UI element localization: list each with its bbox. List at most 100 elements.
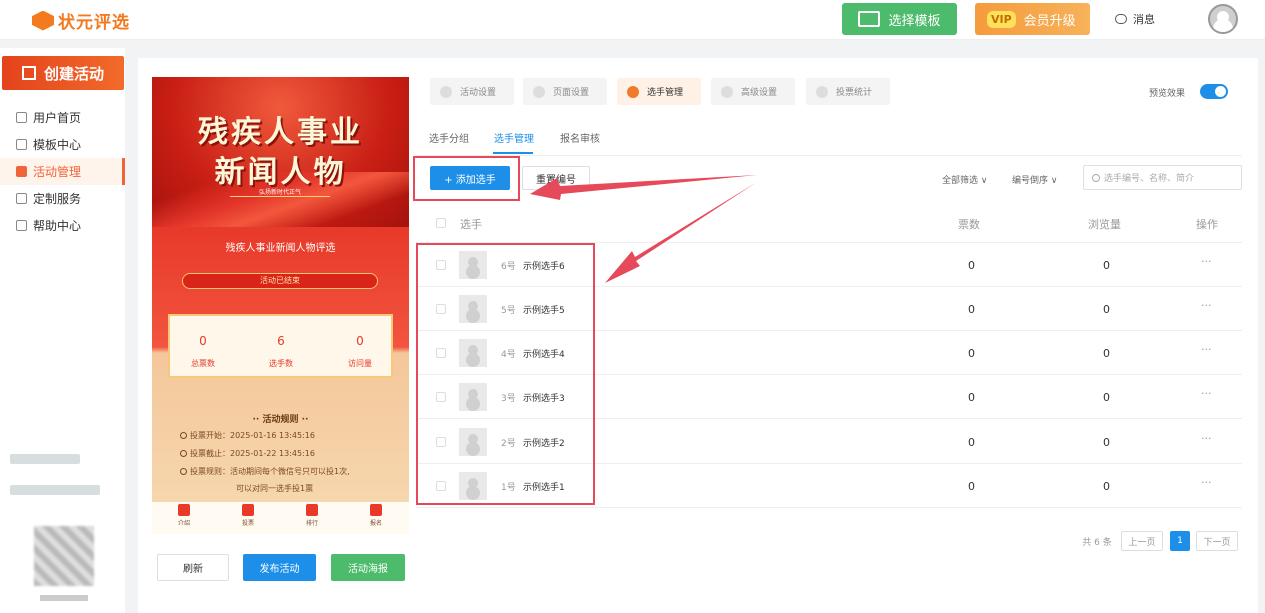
- more-actions-icon[interactable]: ···: [1201, 343, 1212, 356]
- tab-advanced-settings[interactable]: 高级设置: [711, 78, 795, 105]
- clock-icon: [180, 450, 187, 457]
- tab-activity-settings[interactable]: 活动设置: [430, 78, 514, 105]
- page-1-button[interactable]: 1: [1170, 531, 1190, 551]
- sidebar-item-activity-management[interactable]: 活动管理: [0, 158, 125, 185]
- sort-dropdown[interactable]: 编号倒序 ∨: [1012, 173, 1057, 186]
- pagination-total: 共 6 条: [1082, 537, 1112, 548]
- rule-start: 投票开始：2025-01-16 13:45:16: [180, 430, 315, 441]
- view-count: 0: [1103, 259, 1110, 272]
- sidebar-item-custom-service[interactable]: 定制服务: [0, 185, 125, 212]
- renumber-button[interactable]: 重置编号: [522, 166, 590, 190]
- column-views: 浏览量: [1088, 218, 1121, 231]
- tab-player-management[interactable]: 选手管理: [617, 78, 701, 105]
- vote-icon: [242, 504, 254, 516]
- rule-end: 投票截止：2025-01-22 13:45:16: [180, 448, 315, 459]
- vote-count: 0: [968, 391, 975, 404]
- sidebar-item-label: 定制服务: [33, 192, 82, 206]
- rules-title: ·· 活动规则 ··: [252, 415, 309, 425]
- vote-count: 0: [968, 347, 975, 360]
- user-avatar[interactable]: [1208, 4, 1238, 34]
- create-activity-button[interactable]: 创建活动: [2, 56, 124, 90]
- sidebar-item-templates[interactable]: 模板中心: [0, 131, 125, 158]
- view-count: 0: [1103, 391, 1110, 404]
- info-icon: [180, 468, 187, 475]
- subtab-signup-review[interactable]: 报名审核: [560, 130, 600, 145]
- more-actions-icon[interactable]: ···: [1201, 387, 1212, 400]
- annotation-highlight-player-list: [416, 243, 595, 505]
- blurred-contact-row: [10, 454, 80, 464]
- subtab-player-management[interactable]: 选手管理: [494, 130, 534, 145]
- activity-title: 残疾人事业新闻人物评选: [225, 243, 336, 254]
- chart-icon: [816, 85, 828, 98]
- filter-all-dropdown[interactable]: 全部筛选 ∨: [942, 173, 987, 186]
- more-actions-icon[interactable]: ···: [1201, 299, 1212, 312]
- player-search-input[interactable]: 选手编号、名称、简介: [1083, 165, 1242, 190]
- prev-page-button[interactable]: 上一页: [1121, 531, 1163, 551]
- plus-box-icon: [22, 66, 36, 80]
- stat-label: 访问量: [348, 359, 372, 368]
- subtab-active-indicator: [493, 152, 533, 154]
- phone-tab-label: 投票: [241, 520, 254, 527]
- template-icon: [858, 11, 881, 27]
- vote-count: 0: [968, 303, 975, 316]
- poster-button[interactable]: 活动海报: [331, 554, 405, 581]
- subtab-player-groups[interactable]: 选手分组: [429, 130, 469, 145]
- subtab-divider: [416, 155, 1242, 156]
- rules-title-text: 活动规则: [262, 415, 299, 425]
- clock-icon: [180, 432, 187, 439]
- sidebar: 创建活动 用户首页 模板中心 活动管理 定制服务 帮助中心: [0, 48, 125, 613]
- tab-label: 活动设置: [460, 88, 497, 98]
- more-actions-icon[interactable]: ···: [1201, 255, 1212, 268]
- preview-toggle-label: 预览效果: [1149, 89, 1186, 99]
- choose-template-button[interactable]: 选择模板: [842, 3, 957, 35]
- create-activity-label: 创建活动: [44, 64, 105, 83]
- rule-text: 投票规则：活动期间每个微信号只可以投1次,: [190, 467, 350, 476]
- intro-icon: [178, 504, 190, 516]
- column-votes: 票数: [958, 218, 980, 231]
- brand-logo[interactable]: 状元评选: [32, 8, 130, 33]
- search-icon: [1092, 173, 1100, 182]
- gear-icon: [721, 85, 733, 98]
- sidebar-item-home[interactable]: 用户首页: [0, 104, 125, 131]
- qr-caption: [40, 595, 88, 601]
- phone-tab-intro[interactable]: 介绍: [164, 504, 204, 527]
- more-actions-icon[interactable]: ···: [1201, 476, 1212, 489]
- messages-link[interactable]: 消息: [1115, 11, 1155, 27]
- publish-button[interactable]: 发布活动: [243, 554, 316, 581]
- sidebar-nav: 用户首页 模板中心 活动管理 定制服务 帮助中心: [0, 104, 125, 239]
- stat-players: 6 选手数: [251, 334, 311, 369]
- column-ops: 操作: [1196, 218, 1218, 231]
- search-placeholder: 选手编号、名称、简介: [1104, 174, 1195, 184]
- tab-label: 投票统计: [836, 88, 873, 98]
- next-page-button[interactable]: 下一页: [1196, 531, 1238, 551]
- phone-tab-vote[interactable]: 投票: [228, 504, 268, 527]
- column-player: 选手: [460, 218, 482, 231]
- refresh-button[interactable]: 刷新: [157, 554, 229, 581]
- phone-preview: 残疾人事业 新闻人物 弘扬新时代正气 残疾人事业新闻人物评选 活动已结束 0 总…: [152, 77, 409, 527]
- view-count: 0: [1103, 303, 1110, 316]
- tab-vote-statistics[interactable]: 投票统计: [806, 78, 890, 105]
- view-count: 0: [1103, 436, 1110, 449]
- stat-visits: 0 访问量: [330, 334, 390, 369]
- messages-label: 消息: [1133, 13, 1155, 26]
- view-count: 0: [1103, 480, 1110, 493]
- stat-label: 总票数: [191, 359, 215, 368]
- tool-icon: [16, 193, 27, 204]
- annotation-highlight-add-button: [413, 156, 520, 201]
- sidebar-item-help[interactable]: 帮助中心: [0, 212, 125, 239]
- sidebar-item-label: 帮助中心: [33, 219, 82, 233]
- vip-upgrade-label: 会员升级: [1023, 13, 1076, 29]
- phone-tab-signup[interactable]: 报名: [356, 504, 396, 527]
- hand-icon: [370, 504, 382, 516]
- stat-value: 0: [199, 334, 207, 348]
- home-icon: [16, 112, 27, 123]
- preview-toggle[interactable]: [1200, 84, 1228, 99]
- vip-upgrade-button[interactable]: VIP 会员升级: [975, 3, 1090, 35]
- tab-page-settings[interactable]: 页面设置: [523, 78, 607, 105]
- stat-value: 0: [356, 334, 364, 348]
- phone-tab-rank[interactable]: 排行: [292, 504, 332, 527]
- select-all-checkbox[interactable]: [436, 218, 446, 228]
- sidebar-item-label: 活动管理: [33, 165, 82, 179]
- phone-tab-label: 报名: [369, 520, 382, 527]
- more-actions-icon[interactable]: ···: [1201, 432, 1212, 445]
